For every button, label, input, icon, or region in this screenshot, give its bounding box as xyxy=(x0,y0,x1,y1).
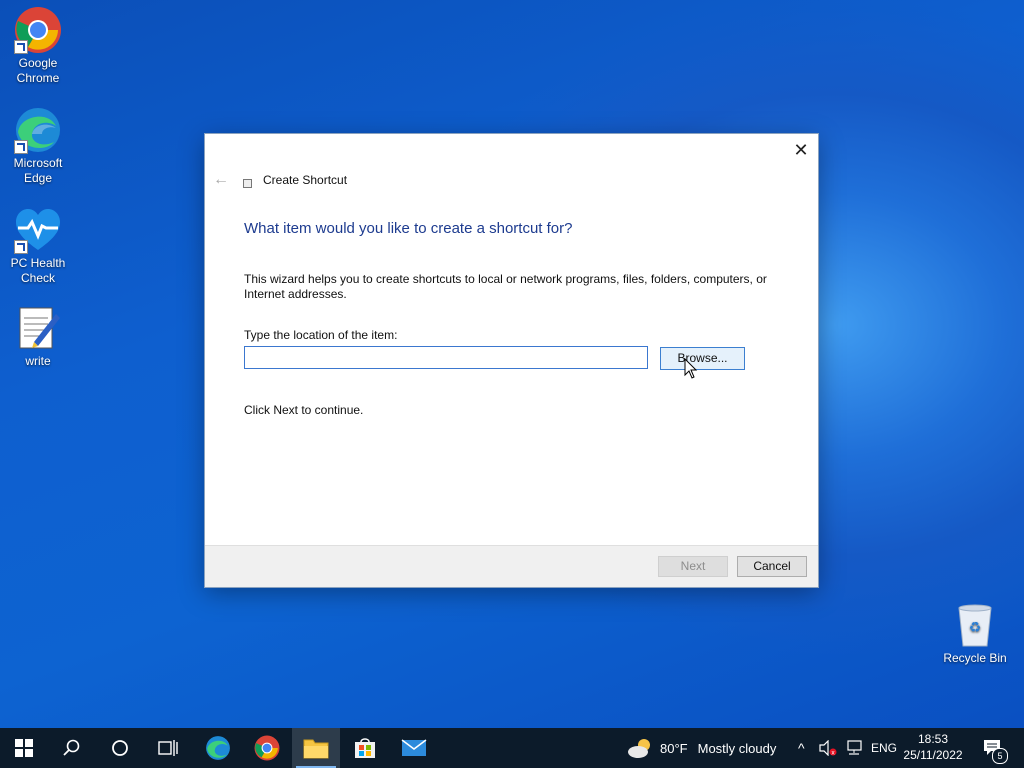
chrome-icon xyxy=(14,6,62,54)
next-button[interactable]: Next xyxy=(658,556,728,577)
svg-text:x: x xyxy=(831,750,835,757)
cancel-button[interactable]: Cancel xyxy=(737,556,807,577)
weather-widget[interactable]: 80°F Mostly cloudy xyxy=(626,728,776,768)
language-indicator[interactable]: ENG xyxy=(871,728,897,768)
volume-muted-icon: x xyxy=(819,740,837,756)
desktop-icon-recycle-bin[interactable]: ♻ Recycle Bin xyxy=(942,602,1008,665)
location-input[interactable] xyxy=(244,346,648,369)
chrome-icon xyxy=(254,735,280,761)
shortcut-icon xyxy=(243,179,252,188)
taskbar-edge[interactable] xyxy=(194,728,242,768)
health-check-icon xyxy=(14,206,62,254)
taskbar: 80°F Mostly cloudy ^ x ENG 18:53 25/11/2… xyxy=(0,728,1024,768)
network-icon xyxy=(847,740,862,755)
close-button[interactable]: ✕ xyxy=(790,140,812,162)
recycle-bin-label: Recycle Bin xyxy=(943,651,1007,665)
desktop-icon-write[interactable]: write xyxy=(2,304,74,369)
edge-icon xyxy=(14,106,62,154)
windows-logo-icon xyxy=(15,739,33,757)
store-icon xyxy=(355,738,375,758)
folder-icon xyxy=(303,739,329,759)
weather-condition: Mostly cloudy xyxy=(697,740,777,756)
taskbar-chrome[interactable] xyxy=(243,728,291,768)
desktop-icon-label: Google Chrome xyxy=(16,56,60,85)
notification-count-badge: 5 xyxy=(992,748,1008,764)
desktop-icon-microsoft-edge[interactable]: Microsoft Edge xyxy=(2,106,74,186)
mouse-cursor-icon xyxy=(684,358,698,379)
chevron-up-icon: ^ xyxy=(798,740,805,756)
shortcut-arrow-icon xyxy=(14,240,28,254)
desktop-icon-label: Microsoft Edge xyxy=(13,156,63,185)
desktop-icon-label: write xyxy=(25,354,51,368)
back-arrow-icon: ← xyxy=(213,171,229,188)
action-center-button[interactable]: 5 xyxy=(982,728,1008,768)
start-button[interactable] xyxy=(0,728,48,768)
desktop-icon-label: PC Health Check xyxy=(10,256,66,285)
task-view-icon xyxy=(158,740,178,756)
wizard-description: This wizard helps you to create shortcut… xyxy=(244,272,767,301)
show-hidden-icons-button[interactable]: ^ xyxy=(798,728,805,768)
desktop-icon-pc-health-check[interactable]: PC Health Check xyxy=(2,206,74,286)
wizard-title: Create Shortcut xyxy=(263,173,348,187)
shortcut-arrow-icon xyxy=(14,40,28,54)
clock[interactable]: 18:53 25/11/2022 xyxy=(902,731,964,763)
page-heading: What item would you like to create a sho… xyxy=(244,220,573,237)
create-shortcut-dialog: ✕ ← Create Shortcut What item would you … xyxy=(205,134,818,587)
wordpad-icon xyxy=(14,304,62,352)
search-button[interactable] xyxy=(48,728,96,768)
volume-button[interactable]: x xyxy=(819,728,837,768)
recycle-bin-icon: ♻ xyxy=(958,604,992,647)
continue-text: Click Next to continue. xyxy=(244,403,364,417)
cloudy-weather-icon xyxy=(628,739,650,758)
back-button[interactable]: ← xyxy=(213,171,229,189)
shortcut-arrow-icon xyxy=(14,140,28,154)
task-view-button[interactable] xyxy=(144,728,192,768)
mail-icon xyxy=(401,739,427,756)
svg-text:♻: ♻ xyxy=(969,620,982,636)
close-icon: ✕ xyxy=(793,140,809,160)
weather-temperature: 80°F xyxy=(660,740,688,756)
edge-icon xyxy=(206,736,230,760)
network-button[interactable] xyxy=(845,728,863,768)
cortana-icon xyxy=(112,740,128,756)
taskbar-mail[interactable] xyxy=(390,728,438,768)
desktop-icon-google-chrome[interactable]: Google Chrome xyxy=(2,6,74,86)
search-icon xyxy=(63,739,80,756)
dialog-footer: Next Cancel xyxy=(205,545,818,587)
clock-time: 18:53 xyxy=(917,732,949,746)
location-label: Type the location of the item: xyxy=(244,328,398,342)
cortana-button[interactable] xyxy=(96,728,144,768)
taskbar-store[interactable] xyxy=(341,728,389,768)
clock-date: 25/11/2022 xyxy=(903,748,963,762)
browse-button[interactable]: Browse... xyxy=(660,347,745,370)
taskbar-file-explorer[interactable] xyxy=(292,728,340,768)
